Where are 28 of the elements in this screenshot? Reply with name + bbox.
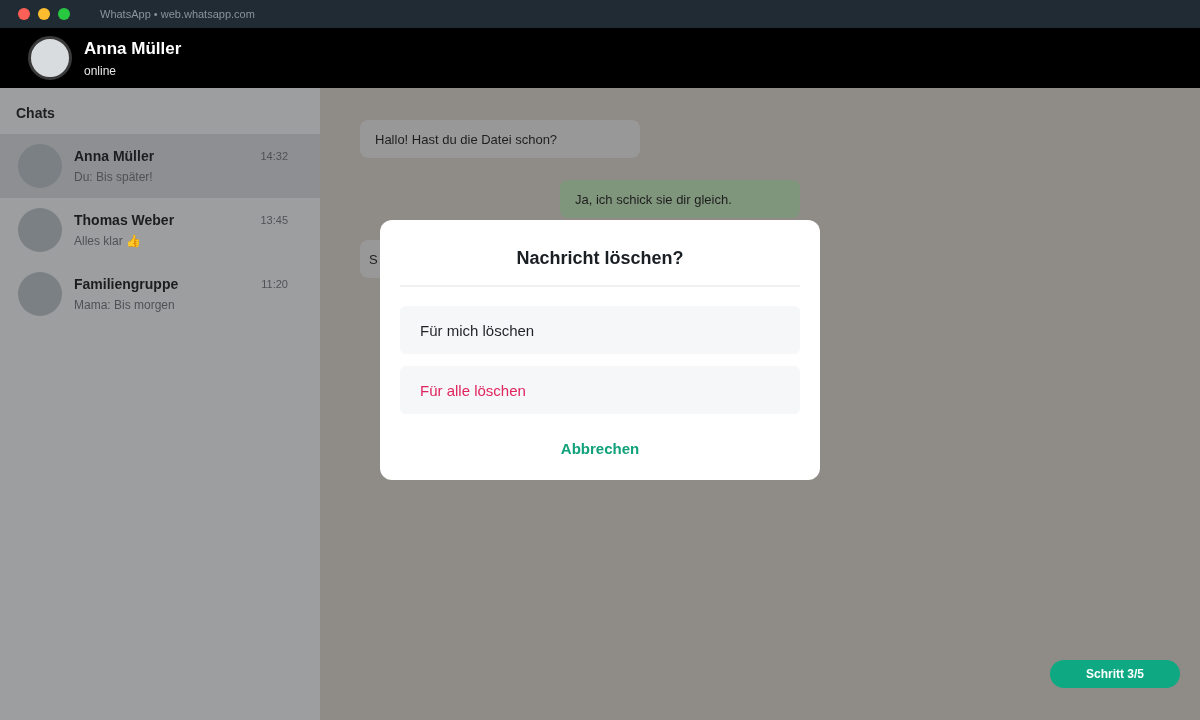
- contact-status: online: [84, 63, 118, 78]
- chat-name: Familiengruppe: [74, 276, 179, 292]
- delete-option[interactable]: Für mich löschen: [400, 306, 800, 354]
- chat-name: Anna Müller: [74, 148, 155, 164]
- chat-item[interactable]: Anna Müller 14:32 Du: Bis später!: [0, 134, 320, 198]
- chat-preview: Alles klar 👍: [74, 234, 142, 248]
- close-button[interactable]: [18, 8, 30, 20]
- delete-option[interactable]: Für alle löschen: [400, 366, 800, 414]
- chat-name: Thomas Weber: [74, 212, 175, 228]
- chat-item[interactable]: Thomas Weber 13:45 Alles klar 👍: [0, 198, 320, 262]
- avatar: [28, 36, 72, 80]
- step-badge: Schritt 3/5: [1050, 660, 1180, 688]
- minimize-button[interactable]: [38, 8, 50, 20]
- sidebar-title: Chats: [15, 104, 56, 123]
- cancel-button[interactable]: Abbrechen: [554, 430, 646, 467]
- zoom-button[interactable]: [58, 8, 70, 20]
- chat-preview: Mama: Bis morgen: [74, 298, 176, 312]
- message-bubble: Hallo! Hast du die Datei schon?: [360, 120, 640, 158]
- chat-item[interactable]: Familiengruppe 11:20 Mama: Bis morgen: [0, 262, 320, 326]
- chat-preview: Du: Bis später!: [74, 170, 154, 184]
- message-bubble: Ja, ich schick sie dir gleich.: [560, 180, 800, 218]
- chat-time: 13:45: [260, 214, 288, 226]
- contact-name: Anna Müller: [84, 38, 182, 59]
- chat-time: 11:20: [261, 278, 288, 290]
- avatar: [18, 272, 62, 316]
- avatar: [18, 208, 62, 252]
- chat-time: 14:32: [260, 150, 288, 162]
- window-title: WhatsApp • web.whatsapp.com: [100, 8, 255, 20]
